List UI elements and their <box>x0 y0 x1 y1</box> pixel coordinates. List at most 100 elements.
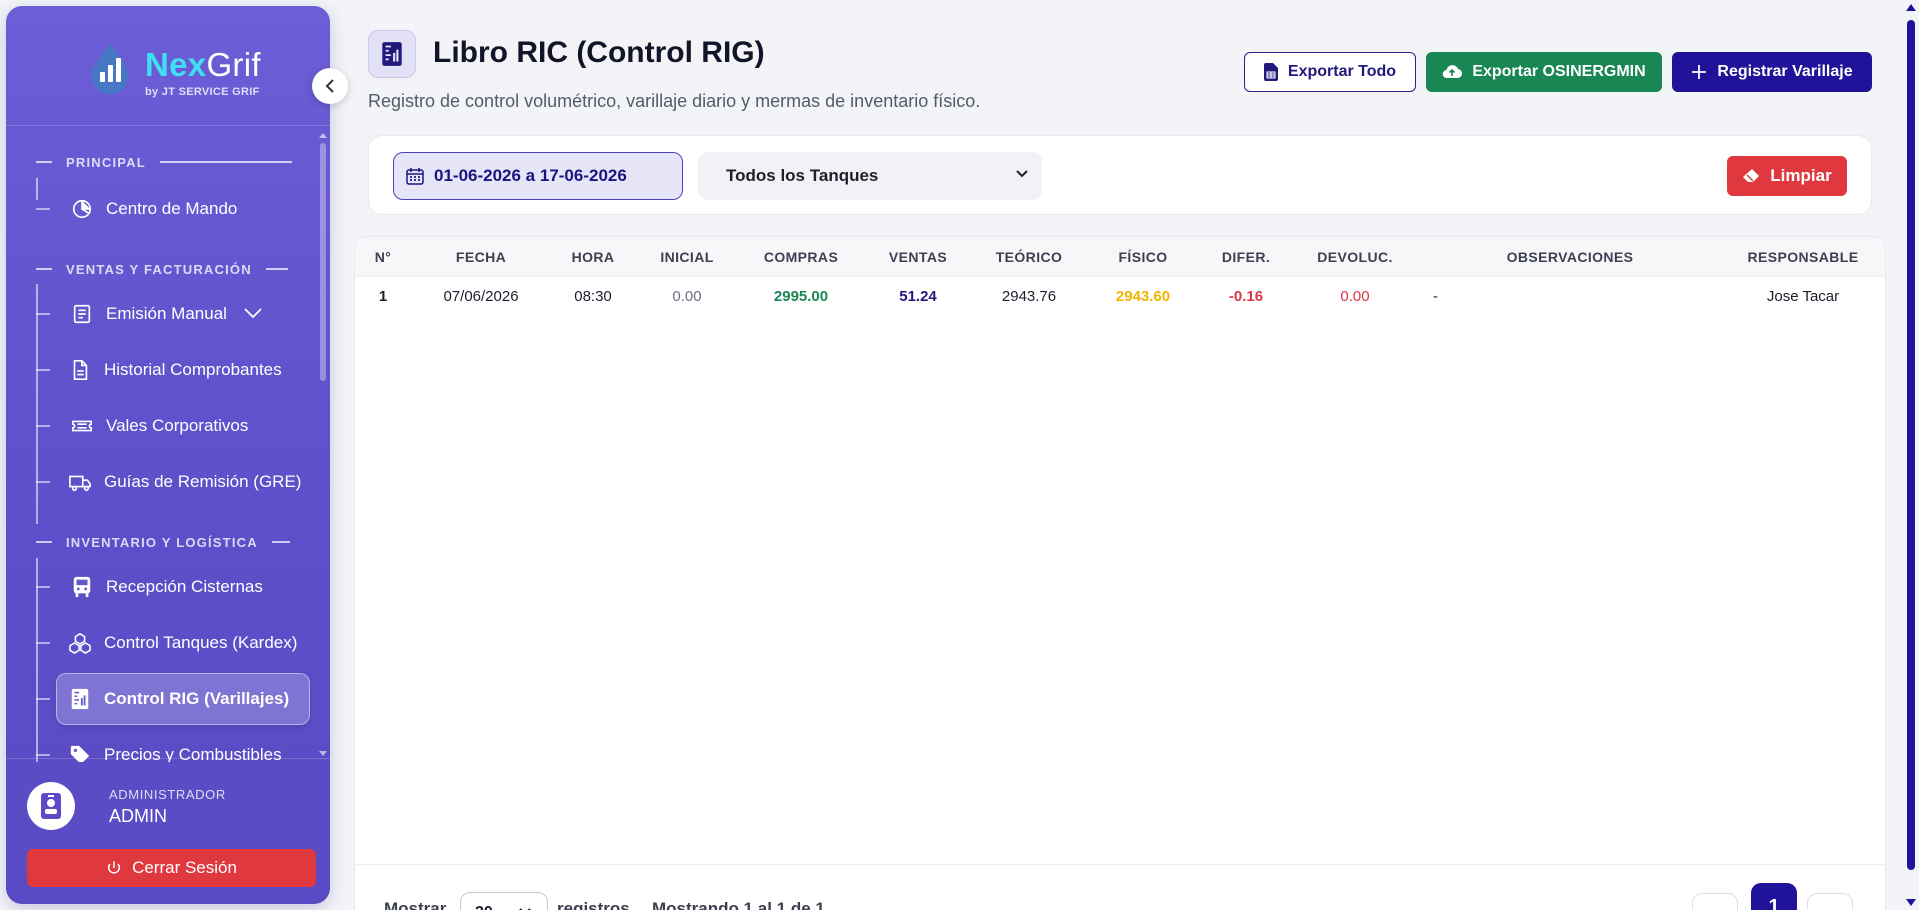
truck-icon <box>68 470 92 494</box>
chevron-down-icon[interactable] <box>243 304 263 324</box>
varillaje-table: N° FECHA HORA INICIAL COMPRAS VENTAS TEÓ… <box>354 236 1886 910</box>
sidebar-item-label: Emisión Manual <box>106 304 227 323</box>
column-header-difer: DIFER. <box>1221 249 1271 265</box>
page-button-current[interactable]: 1 <box>1751 883 1797 910</box>
cloud-upload-icon <box>1443 65 1463 79</box>
column-header-hora: HORA <box>571 249 615 265</box>
date-range-value: 01-06-2026 a 17-06-2026 <box>434 166 627 185</box>
cell-hora: 08:30 <box>574 288 612 305</box>
plus-icon <box>1692 65 1707 79</box>
sidebar-item-label: Centro de Mando <box>106 199 238 218</box>
boxes-icon <box>68 631 92 655</box>
column-header-compras: COMPRAS <box>763 249 839 265</box>
cell-inicial: 0.00 <box>672 288 702 305</box>
brand-name-a: Nex <box>145 46 207 83</box>
logout-label: Cerrar Sesión <box>132 858 237 877</box>
avatar[interactable] <box>27 782 75 830</box>
sidebar-item-vales-corporativos[interactable]: Vales Corporativos <box>36 404 248 448</box>
power-icon <box>108 861 121 874</box>
id-badge-icon <box>41 793 61 819</box>
cell-devoluc: 0.00 <box>1340 288 1370 305</box>
page-subtitle: Registro de control volumétrico, varilla… <box>368 91 981 111</box>
sidebar-item-control-rig[interactable]: Control RIG (Varillajes) <box>36 673 310 725</box>
sidebar-item-emision-manual[interactable]: Emisión Manual <box>36 292 263 336</box>
tank-select[interactable]: Todos los Tanques <box>698 152 1042 200</box>
sidebar-item-label: Control RIG (Varillajes) <box>104 689 290 708</box>
sidebar-item-control-tanques[interactable]: Control Tanques (Kardex) <box>36 621 297 665</box>
user-panel: ADMINISTRADOR ADMIN Cerrar Sesión <box>6 758 330 904</box>
logout-button[interactable]: Cerrar Sesión <box>27 849 316 887</box>
page-scrollbar[interactable] <box>1902 0 1919 910</box>
register-varillaje-button[interactable]: Registrar Varillaje <box>1672 52 1872 92</box>
cell-fisico: 2943.60 <box>1115 288 1171 305</box>
chevron-down-icon <box>1016 170 1028 178</box>
column-header-devoluc: DEVOLUC. <box>1317 249 1393 265</box>
sidebar-item-guias-remision[interactable]: Guías de Remisión (GRE) <box>36 460 301 504</box>
document-icon <box>68 358 92 382</box>
pie-chart-icon <box>70 197 94 221</box>
register-varillaje-label: Registrar Varillaje <box>1717 63 1853 80</box>
sidebar-scrollbar[interactable] <box>319 133 327 756</box>
per-page-value: 20 <box>475 904 493 910</box>
cell-compras: 2995.00 <box>773 288 829 305</box>
scroll-down-arrow[interactable] <box>319 751 327 756</box>
tank-select-value: Todos los Tanques <box>726 166 879 185</box>
spreadsheet-icon <box>1263 63 1278 81</box>
scroll-thumb[interactable] <box>320 143 326 381</box>
export-osinergmin-button[interactable]: Exportar OSINERGMIN <box>1426 52 1662 92</box>
show-label: Mostrar <box>384 899 447 910</box>
clear-filters-button[interactable]: Limpiar <box>1727 156 1847 196</box>
table-footer: Mostrar 20 registros Mostrando 1 al 1 de… <box>355 864 1885 910</box>
page-scroll-up-arrow[interactable] <box>1906 4 1916 11</box>
per-page-select[interactable]: 20 <box>460 892 548 910</box>
brand-subtitle: by JT SERVICE GRIF <box>145 86 260 98</box>
export-all-label: Exportar Todo <box>1287 63 1397 80</box>
sidebar-item-label: Control Tanques (Kardex) <box>104 633 298 652</box>
section-title-inventario: INVENTARIO Y LOGÍSTICA <box>36 533 290 551</box>
sidebar-nav: PRINCIPAL Centro de Mando VENTAS Y FACTU… <box>6 127 330 762</box>
pagination-info: Mostrando 1 al 1 de 1 <box>652 899 825 910</box>
column-header-observaciones: OBSERVACIONES <box>1506 249 1634 265</box>
next-page-button[interactable] <box>1807 893 1853 910</box>
sidebar-item-historial-comprobantes[interactable]: Historial Comprobantes <box>36 348 282 392</box>
ruler-icon <box>382 42 402 66</box>
sidebar-item-label: Historial Comprobantes <box>104 360 282 379</box>
export-all-button[interactable]: Exportar Todo <box>1244 52 1416 92</box>
ticket-icon <box>70 414 94 438</box>
brand-name-b: Grif <box>206 46 261 83</box>
date-range-input[interactable]: 01-06-2026 a 17-06-2026 <box>393 152 683 200</box>
sidebar-item-label: Recepción Cisternas <box>106 577 263 596</box>
logo-icon <box>92 44 128 94</box>
sidebar-item-label: Guías de Remisión (GRE) <box>104 472 302 491</box>
clear-filters-label: Limpiar <box>1770 166 1832 185</box>
calendar-icon <box>406 168 424 185</box>
bus-icon <box>70 575 94 599</box>
ruler-icon <box>68 687 92 711</box>
page-scroll-thumb[interactable] <box>1907 20 1915 870</box>
page-icon <box>368 30 416 78</box>
brand: NexGrif by JT SERVICE GRIF <box>6 6 330 126</box>
column-header-fecha: FECHA <box>455 249 507 265</box>
brand-name: NexGrif <box>145 46 261 84</box>
prev-page-button[interactable] <box>1692 893 1738 910</box>
cell-ventas: 51.24 <box>899 288 937 305</box>
sidebar-item-label: Vales Corporativos <box>106 416 249 435</box>
column-header-inicial: INICIAL <box>660 249 714 265</box>
sidebar: NexGrif by JT SERVICE GRIF PRINCIPAL Cen… <box>6 6 330 904</box>
records-label: registros <box>557 899 630 910</box>
column-header-teorico: TEÓRICO <box>995 249 1063 265</box>
sidebar-item-centro-de-mando[interactable]: Centro de Mando <box>36 187 237 231</box>
sidebar-item-recepcion-cisternas[interactable]: Recepción Cisternas <box>36 565 263 609</box>
scroll-up-arrow[interactable] <box>319 133 327 138</box>
cell-difer: -0.16 <box>1228 288 1264 305</box>
section-title-principal: PRINCIPAL <box>36 153 292 171</box>
chevron-left-icon <box>325 79 334 93</box>
page-scroll-down-arrow[interactable] <box>1906 899 1916 906</box>
collapse-sidebar-button[interactable] <box>312 68 348 104</box>
cell-n: 1 <box>378 288 388 305</box>
page-title: Libro RIC (Control RIG) <box>433 36 765 69</box>
column-header-ventas: VENTAS <box>888 249 948 265</box>
filter-bar: 01-06-2026 a 17-06-2026 Todos los Tanque… <box>368 135 1872 215</box>
cell-responsable: Jose Tacar <box>1766 288 1840 305</box>
user-role: ADMINISTRADOR <box>109 787 226 802</box>
